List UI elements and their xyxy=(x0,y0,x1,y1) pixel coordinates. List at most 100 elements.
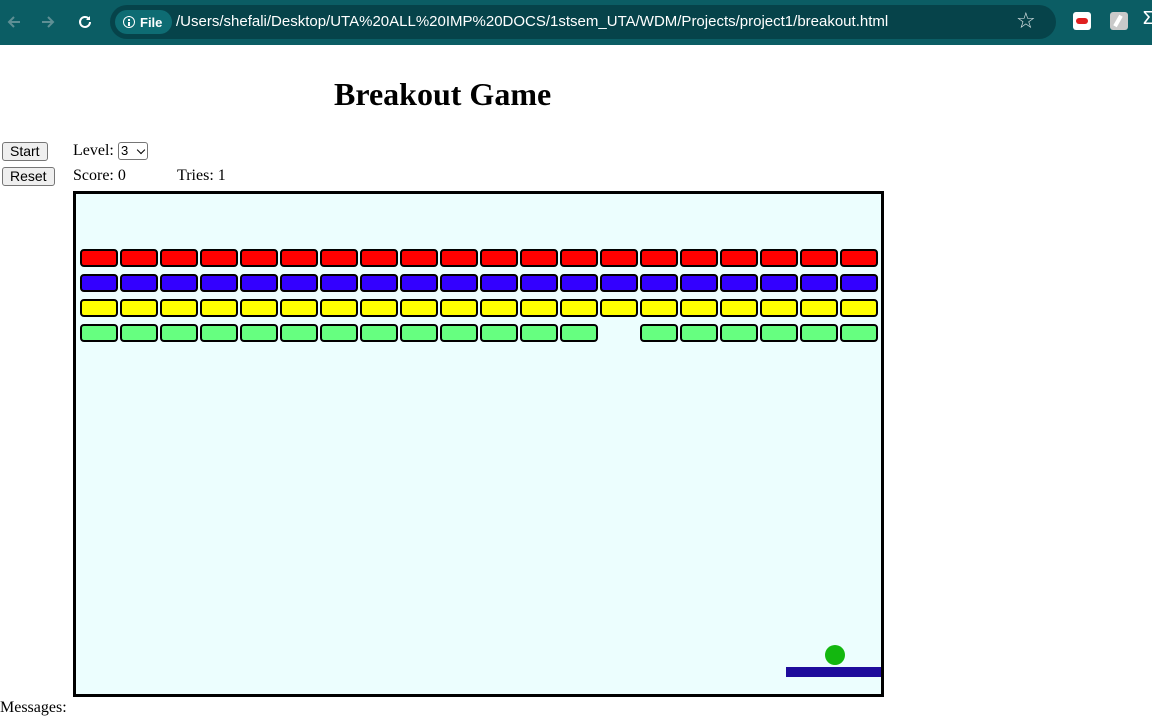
brick xyxy=(680,274,718,292)
brick xyxy=(160,274,198,292)
brick xyxy=(400,249,438,267)
brick xyxy=(360,274,398,292)
info-icon xyxy=(123,16,135,28)
brick xyxy=(720,299,758,317)
chevron-down-icon xyxy=(136,145,146,155)
brick xyxy=(200,324,238,342)
brick xyxy=(120,324,158,342)
brick xyxy=(200,249,238,267)
brick xyxy=(800,299,838,317)
brick xyxy=(320,249,358,267)
reset-button[interactable]: Reset xyxy=(2,167,55,186)
brick xyxy=(720,324,758,342)
tries-display: Tries: 1 xyxy=(177,167,226,184)
brick xyxy=(440,324,478,342)
brick xyxy=(640,299,678,317)
forward-button[interactable] xyxy=(36,10,60,34)
brick xyxy=(280,299,318,317)
brick xyxy=(400,299,438,317)
brick xyxy=(240,274,278,292)
extension-icon[interactable] xyxy=(1073,12,1091,30)
start-button[interactable]: Start xyxy=(2,142,48,161)
brick xyxy=(120,299,158,317)
arrow-left-icon xyxy=(7,16,20,28)
brick xyxy=(560,274,598,292)
brick xyxy=(720,274,758,292)
brick xyxy=(640,274,678,292)
brick xyxy=(720,249,758,267)
arrow-right-icon xyxy=(42,16,55,28)
brick xyxy=(160,249,198,267)
brick xyxy=(440,274,478,292)
brick xyxy=(80,274,118,292)
brick xyxy=(760,249,798,267)
brick xyxy=(600,274,638,292)
ball xyxy=(825,645,845,665)
brick xyxy=(120,274,158,292)
browser-toolbar: File /Users/shefali/Desktop/UTA%20ALL%20… xyxy=(0,0,1152,45)
brick xyxy=(680,324,718,342)
extensions-icon[interactable]: Σ xyxy=(1142,8,1152,29)
reload-icon xyxy=(79,15,91,28)
bookmark-star-icon[interactable]: ☆ xyxy=(1016,8,1036,36)
brick xyxy=(560,324,598,342)
brick xyxy=(160,299,198,317)
brick xyxy=(440,299,478,317)
brick xyxy=(120,249,158,267)
brick xyxy=(80,324,118,342)
site-info-chip[interactable]: File xyxy=(115,10,173,34)
brick xyxy=(520,274,558,292)
brick xyxy=(200,299,238,317)
brick xyxy=(160,324,198,342)
brick xyxy=(80,299,118,317)
brick xyxy=(480,274,518,292)
brick xyxy=(280,274,318,292)
brick xyxy=(560,299,598,317)
brick xyxy=(800,249,838,267)
file-chip-label: File xyxy=(140,14,163,30)
brick xyxy=(520,249,558,267)
brick xyxy=(560,249,598,267)
brick xyxy=(240,324,278,342)
back-button[interactable] xyxy=(2,10,26,34)
brick xyxy=(520,299,558,317)
brick xyxy=(840,274,878,292)
brick xyxy=(840,324,878,342)
level-select[interactable]: 3 xyxy=(118,142,148,160)
level-label: Level: xyxy=(73,142,114,159)
brick xyxy=(680,249,718,267)
brick xyxy=(640,249,678,267)
brick xyxy=(240,249,278,267)
reload-button[interactable] xyxy=(73,10,97,34)
brick xyxy=(360,324,398,342)
url-text[interactable]: /Users/shefali/Desktop/UTA%20ALL%20IMP%2… xyxy=(176,13,888,30)
brick xyxy=(760,299,798,317)
game-canvas[interactable] xyxy=(73,191,884,697)
brick xyxy=(320,299,358,317)
score-display: Score: 0 xyxy=(73,167,126,184)
brick xyxy=(80,249,118,267)
messages-label: Messages: xyxy=(0,699,67,716)
brick xyxy=(280,324,318,342)
page-title: Breakout Game xyxy=(334,76,552,112)
brick xyxy=(480,299,518,317)
brick xyxy=(600,299,638,317)
brick xyxy=(480,249,518,267)
extension-icon[interactable] xyxy=(1110,12,1128,30)
brick xyxy=(640,324,678,342)
brick xyxy=(320,274,358,292)
brick xyxy=(680,299,718,317)
brick xyxy=(480,324,518,342)
brick xyxy=(520,324,558,342)
brick xyxy=(760,274,798,292)
address-bar[interactable]: File /Users/shefali/Desktop/UTA%20ALL%20… xyxy=(110,5,1056,39)
brick xyxy=(840,249,878,267)
brick xyxy=(800,324,838,342)
brick xyxy=(360,299,398,317)
brick xyxy=(240,299,278,317)
brick xyxy=(360,249,398,267)
brick xyxy=(800,274,838,292)
brick xyxy=(280,249,318,267)
brick xyxy=(440,249,478,267)
paddle[interactable] xyxy=(786,667,881,677)
